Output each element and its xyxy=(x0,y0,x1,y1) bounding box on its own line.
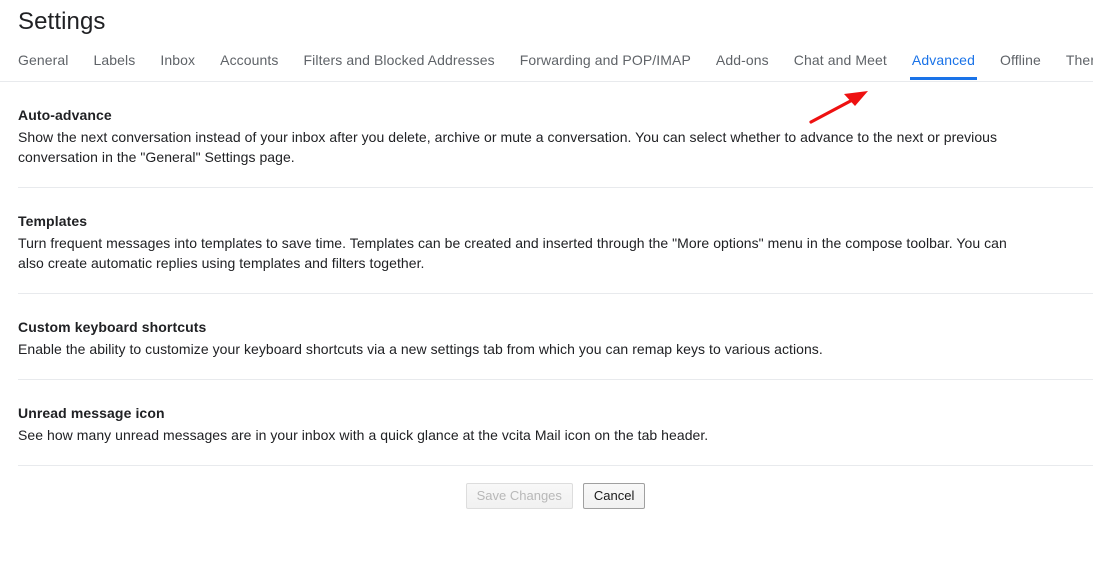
section-title: Custom keyboard shortcuts xyxy=(18,319,207,335)
settings-tabstrip: General Labels Inbox Accounts Filters and Bl… xyxy=(0,49,1093,82)
page-title: Settings xyxy=(18,8,106,35)
tab-advanced[interactable]: Advanced xyxy=(909,49,978,80)
form-action-buttons: Save Changes Cancel xyxy=(0,466,1093,526)
tab-chat-and-meet[interactable]: Chat and Meet xyxy=(794,49,887,80)
section-description: Enable the ability to customize your key… xyxy=(18,341,823,357)
section-title: Unread message icon xyxy=(18,405,165,421)
settings-section: Unread message icon See how many unread m… xyxy=(18,380,1093,466)
settings-section: Templates Turn frequent messages into tem… xyxy=(18,188,1093,294)
section-title: Templates xyxy=(18,213,88,229)
tab-inbox[interactable]: Inbox xyxy=(160,49,195,80)
section-description: See how many unread messages are in your… xyxy=(18,427,709,443)
section-description: Turn frequent messages into templates to… xyxy=(18,235,1007,271)
settings-section: Auto-advance Show the next conversation i… xyxy=(18,82,1093,188)
settings-section: Custom keyboard shortcuts Enable the abil… xyxy=(18,294,1093,380)
tab-offline[interactable]: Offline xyxy=(1000,49,1041,80)
tab-add-ons[interactable]: Add-ons xyxy=(716,49,769,80)
settings-page: Settings General Labels Inbox Accounts Filte… xyxy=(0,0,1093,584)
save-changes-button[interactable]: Save Changes xyxy=(465,483,573,509)
tab-labels[interactable]: Labels xyxy=(94,49,136,80)
cancel-button[interactable]: Cancel xyxy=(582,483,646,509)
settings-sections: Auto-advance Show the next conversation i… xyxy=(0,82,1093,466)
tab-general[interactable]: General xyxy=(18,49,69,80)
tab-accounts[interactable]: Accounts xyxy=(220,49,278,80)
section-description: Show the next conversation instead of yo… xyxy=(18,129,998,165)
section-title: Auto-advance xyxy=(18,107,112,123)
tab-forwarding-and-pop-imap[interactable]: Forwarding and POP/IMAP xyxy=(520,49,691,80)
tab-themes[interactable]: Themes xyxy=(1066,49,1093,80)
tab-filters-and-blocked-addresses[interactable]: Filters and Blocked Addresses xyxy=(304,49,495,80)
